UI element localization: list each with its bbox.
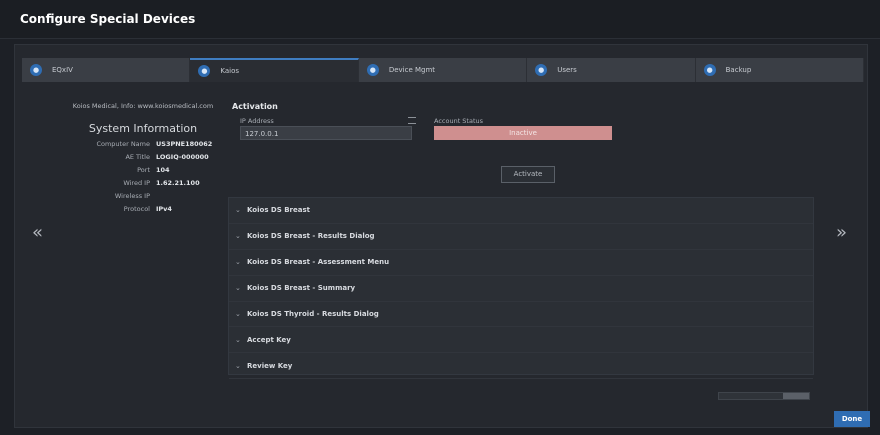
account-status-badge: Inactive	[434, 126, 612, 140]
chevron-down-icon: ⌄	[235, 361, 241, 370]
info-value: IPv4	[156, 205, 172, 213]
tab-label: Users	[557, 66, 577, 74]
chevron-down-icon: ⌄	[235, 284, 241, 293]
accordion-item[interactable]: ⌄ Koios DS Thyroid - Results Dialog	[229, 302, 813, 328]
tab-bar: ● EQxIV ● Kaios ● Device Mgmt ● Users ● …	[22, 58, 865, 82]
copy-icon[interactable]	[408, 117, 416, 124]
info-row: AE Title LOGIQ-000000	[58, 153, 228, 161]
accordion-label: Koios DS Breast - Summary	[247, 284, 356, 293]
scrollbar-thumb[interactable]	[783, 393, 809, 399]
tab-device-mgmt[interactable]: ● Device Mgmt	[359, 58, 528, 82]
accordion-item[interactable]: ⌄ Review Key	[229, 353, 813, 380]
chevron-down-icon: ⌄	[235, 206, 241, 215]
feature-accordion: ⌄ Koios DS Breast ⌄ Koios DS Breast - Re…	[228, 197, 814, 380]
info-value: 104	[156, 166, 170, 174]
accordion-item[interactable]: ⌄ Accept Key	[229, 327, 813, 354]
tab-backup[interactable]: ● Backup	[696, 58, 865, 82]
info-value: 1.62.21.100	[156, 179, 200, 187]
accordion-label: Koios DS Thyroid - Results Dialog	[247, 310, 379, 318]
info-value: LOGIQ-000000	[156, 153, 209, 161]
info-value: US3PNE180062	[156, 140, 213, 148]
previous-arrow-icon[interactable]: «	[32, 222, 43, 243]
tab-label: Kaios	[220, 67, 240, 75]
info-row: Protocol IPv4	[58, 205, 228, 213]
next-arrow-icon[interactable]: »	[836, 222, 847, 243]
circle-icon: ●	[198, 65, 211, 77]
info-key: Protocol	[123, 205, 150, 213]
accordion-item[interactable]: ⌄ Koios DS Breast - Summary	[229, 276, 813, 302]
accordion-label: Koios DS Breast - Assessment Menu	[247, 258, 390, 267]
accordion-label: Accept Key	[247, 335, 291, 344]
accordion-label: Koios DS Breast - Results Dialog	[247, 232, 375, 241]
info-key: Port	[137, 166, 150, 174]
window-title: Configure Special Devices	[20, 12, 196, 26]
title-bar: Configure Special Devices	[0, 0, 880, 39]
horizontal-scrollbar[interactable]	[718, 392, 810, 400]
done-button[interactable]: Done	[834, 411, 870, 427]
chevron-down-icon: ⌄	[235, 258, 241, 267]
user-icon: ●	[535, 64, 548, 76]
info-key: AE Title	[125, 153, 150, 161]
system-information-panel: Koios Medical, Info: www.koiosmedical.co…	[58, 102, 228, 213]
info-row: Computer Name US3PNE180062	[58, 140, 228, 148]
chevron-down-icon: ⌄	[235, 335, 241, 344]
info-key: Computer Name	[96, 140, 150, 148]
accordion-label: Koios DS Breast	[247, 206, 310, 215]
tab-label: Backup	[725, 66, 752, 74]
accordion-item[interactable]: ⌄ Koios DS Breast	[229, 198, 813, 224]
info-row: Wireless IP	[58, 192, 228, 200]
ip-address-label: IP Address	[240, 117, 274, 125]
info-key: Wired IP	[123, 179, 150, 187]
circle-icon: ●	[366, 64, 379, 76]
info-row: Port 104	[58, 166, 228, 174]
activation-section: Activation IP Address 127.0.0.1 Account …	[232, 102, 814, 183]
accordion-item[interactable]: ⌄ Koios DS Breast - Assessment Menu	[229, 250, 813, 276]
circle-icon: ●	[30, 64, 42, 76]
tab-label: Device Mgmt	[388, 66, 436, 74]
chevron-down-icon: ⌄	[235, 310, 241, 318]
system-information-title: System Information	[88, 122, 198, 135]
info-row: Wired IP 1.62.21.100	[58, 179, 228, 187]
activation-title: Activation	[232, 102, 278, 111]
account-status-label: Account Status	[434, 117, 484, 125]
tab-users[interactable]: ● Users	[527, 58, 696, 82]
tab-eqxiv[interactable]: ● EQxIV	[22, 58, 191, 82]
chevron-down-icon: ⌄	[235, 232, 241, 241]
info-key: Wireless IP	[114, 192, 150, 200]
circle-icon: ●	[703, 64, 716, 76]
accordion-item[interactable]: ⌄ Koios DS Breast - Results Dialog	[229, 224, 813, 250]
accordion-label: Review Key	[247, 361, 293, 370]
ip-address-field[interactable]: 127.0.0.1	[240, 126, 412, 140]
tab-label: EQxIV	[52, 66, 73, 74]
activate-button[interactable]: Activate	[501, 166, 555, 183]
tab-kaios[interactable]: ● Kaios	[190, 58, 359, 82]
contact-info: Koios Medical, Info: www.koiosmedical.co…	[72, 102, 214, 110]
